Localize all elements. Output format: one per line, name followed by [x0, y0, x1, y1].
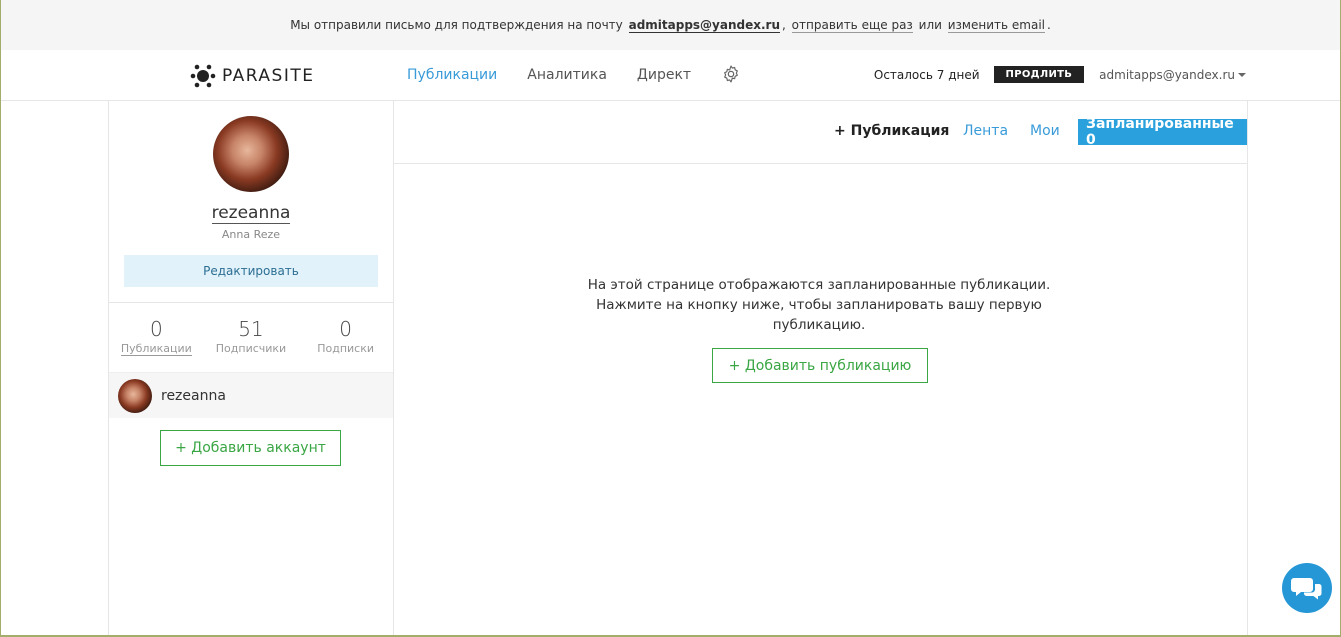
resend-link[interactable]: отправить еще раз — [791, 18, 913, 33]
logo[interactable]: PARASITE — [190, 63, 314, 89]
tab-mine[interactable]: Мои — [1030, 123, 1060, 139]
avatar — [213, 116, 289, 192]
empty-state-line-2: Нажмите на кнопку ниже, чтобы запланиров… — [596, 297, 1042, 333]
chat-button[interactable] — [1282, 563, 1332, 613]
user-menu[interactable]: admitapps@yandex.ru — [1099, 68, 1246, 82]
main-content: + Публикация Лента Мои Запланированные 0… — [394, 101, 1248, 635]
stat-label-text: Публикации — [120, 342, 192, 356]
account-area: Осталось 7 дней ПРОДЛИТЬ admitapps@yande… — [874, 66, 1246, 83]
divider — [109, 302, 393, 303]
account-avatar — [118, 378, 152, 413]
main-nav: Публикации Аналитика Директ — [407, 64, 741, 84]
edit-profile-button[interactable]: Редактировать — [124, 255, 378, 287]
nav-direct[interactable]: Директ — [637, 67, 691, 83]
stat-followers[interactable]: 51 Подписчики — [204, 317, 299, 355]
account-name: rezeanna — [161, 387, 226, 404]
profile-username[interactable]: rezeanna — [109, 203, 393, 224]
profile-stats: 0 Публикации 51 Подписчики 0 Подписки — [109, 317, 393, 356]
stat-label: Подписки — [317, 342, 375, 355]
stat-label: Публикации — [109, 342, 204, 356]
nav-publications[interactable]: Публикации — [407, 67, 497, 83]
prolong-button[interactable]: ПРОДЛИТЬ — [993, 66, 1085, 83]
user-email: admitapps@yandex.ru — [1099, 67, 1235, 82]
chat-bubbles-icon — [1291, 578, 1322, 600]
logo-text: PARASITE — [222, 66, 315, 86]
email-confirmation-notice: Мы отправили письмо для подтверждения на… — [1, 0, 1340, 50]
account-list-item[interactable]: rezeanna — [109, 372, 393, 418]
notice-email: admitapps@yandex.ru — [628, 17, 781, 33]
notice-comma: , — [782, 18, 786, 32]
stat-following[interactable]: 0 Подписки — [298, 317, 393, 355]
tab-scheduled[interactable]: Запланированные 0 — [1078, 116, 1247, 148]
gear-icon[interactable] — [721, 64, 741, 84]
change-email-link[interactable]: изменить email — [947, 18, 1045, 33]
stat-value: 0 — [339, 317, 352, 341]
profile-sidebar: rezeanna Anna Reze Редактировать 0 Публи… — [108, 101, 394, 635]
notice-or: или — [918, 18, 942, 32]
caret-down-icon — [1238, 73, 1246, 77]
stat-value: 51 — [238, 317, 264, 341]
tab-feed[interactable]: Лента — [963, 123, 1008, 139]
profile-username-text[interactable]: rezeanna — [211, 203, 291, 224]
stat-publications[interactable]: 0 Публикации — [109, 317, 204, 356]
empty-state-message: На этой странице отображаются запланиров… — [574, 275, 1064, 335]
stat-value: 0 — [149, 317, 163, 341]
top-header: PARASITE Публикации Аналитика Директ Ост… — [1, 50, 1340, 101]
notice-text: Мы отправили письмо для подтверждения на… — [290, 18, 623, 32]
days-left: Осталось 7 дней — [873, 67, 980, 82]
stat-label: Подписчики — [215, 342, 287, 355]
empty-state-line-1: На этой странице отображаются запланиров… — [587, 277, 1051, 293]
notice-end: . — [1046, 18, 1051, 32]
add-publication-link[interactable]: + Публикация — [834, 123, 949, 139]
add-account-button[interactable]: + Добавить аккаунт — [160, 430, 341, 466]
profile-real-name: Anna Reze — [221, 228, 281, 241]
publications-toolbar: + Публикация Лента Мои Запланированные 0 — [394, 101, 1247, 164]
nav-analytics[interactable]: Аналитика — [527, 67, 607, 83]
parasite-logo-icon — [190, 64, 216, 88]
add-publication-button[interactable]: + Добавить публикацию — [712, 348, 928, 383]
